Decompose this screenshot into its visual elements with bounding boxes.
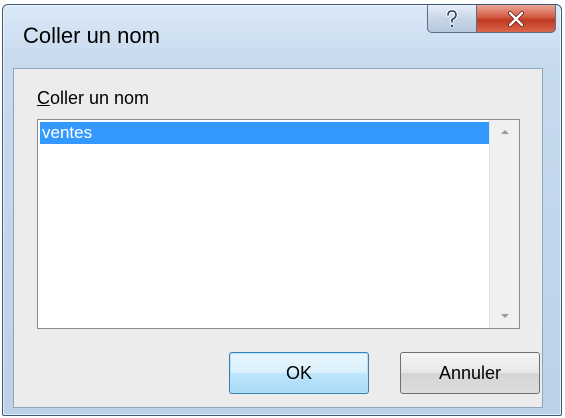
label-accelerator: C — [37, 88, 50, 108]
arrow-down-icon — [500, 314, 509, 318]
names-listbox[interactable]: ventes — [37, 119, 520, 329]
names-list-label: Coller un nom — [37, 88, 149, 109]
cancel-button[interactable]: Annuler — [400, 352, 540, 394]
vertical-scrollbar[interactable] — [489, 120, 519, 328]
close-button[interactable] — [476, 5, 556, 33]
list-item-ventes[interactable]: ventes — [40, 122, 510, 144]
close-icon — [508, 10, 524, 27]
scroll-down-button[interactable] — [490, 304, 519, 328]
ok-button[interactable]: OK — [229, 352, 369, 394]
dialog-title: Coller un nom — [23, 23, 160, 48]
paste-name-dialog: Coller un nom Coller un nom ventes OK An… — [2, 4, 562, 416]
dialog-body: Coller un nom ventes OK Annuler — [13, 68, 543, 408]
help-button[interactable] — [427, 5, 477, 33]
scroll-up-button[interactable] — [490, 120, 519, 144]
arrow-up-icon — [500, 130, 509, 134]
question-icon — [446, 8, 458, 28]
label-text: oller un nom — [50, 88, 150, 108]
